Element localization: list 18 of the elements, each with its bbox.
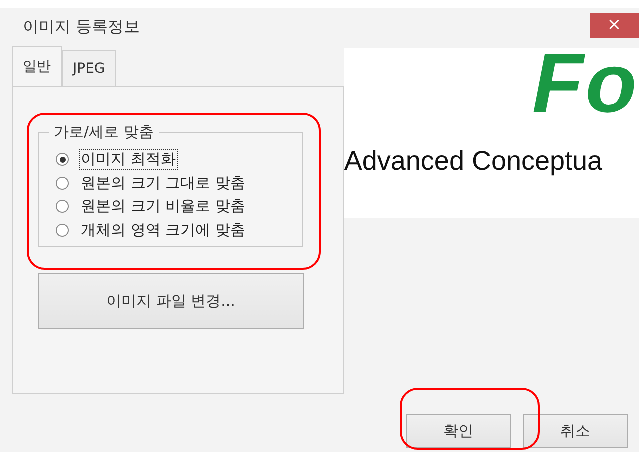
logo-text: Fo (532, 48, 639, 118)
radio-button[interactable] (56, 224, 69, 237)
tab[interactable]: JPEG (62, 50, 116, 86)
ok-button[interactable]: 확인 (406, 414, 511, 448)
radio-label[interactable]: 개체의 영역 크기에 맞춤 (79, 220, 248, 241)
radio-label[interactable]: 원본의 크기 그대로 맞춤 (79, 172, 248, 194)
close-button[interactable]: × (590, 13, 639, 38)
cancel-button[interactable]: 취소 (523, 414, 628, 448)
window-title: 이미지 등록정보 (23, 17, 140, 38)
tab[interactable]: 일반 (12, 46, 62, 86)
tagline-text: Advanced Conceptua (344, 146, 604, 177)
radio-button[interactable] (56, 176, 69, 190)
radio-label[interactable]: 원본의 크기 비율로 맞춤 (79, 196, 248, 218)
radio-label[interactable]: 이미지 최적화 (79, 149, 178, 170)
change-image-button[interactable]: 이미지 파일 변경... (38, 273, 304, 329)
group-title: 가로/세로 맞춤 (49, 123, 159, 142)
radio-button[interactable] (56, 153, 69, 166)
radio-button[interactable] (56, 200, 69, 214)
